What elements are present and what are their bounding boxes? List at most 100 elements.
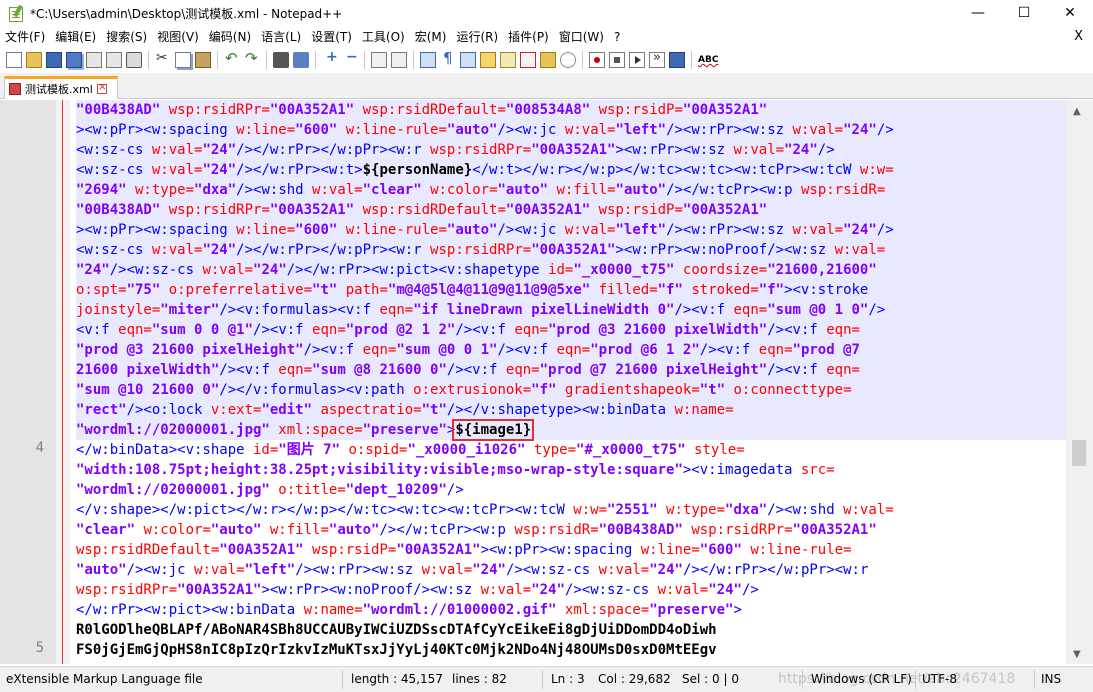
menu-run[interactable]: 运行(R): [451, 27, 503, 47]
copy-icon[interactable]: [175, 52, 191, 68]
code-line: "00B438AD" wsp:rsidRPr="00A352A1" wsp:rs…: [76, 200, 1066, 220]
code-line: "width:108.75pt;height:38.25pt;visibilit…: [76, 462, 835, 478]
code-line: "auto"/><w:jc w:val="left"/><w:rPr><w:sz…: [76, 562, 869, 578]
scrollbar-thumb[interactable]: [1072, 440, 1086, 466]
code-line: </v:shape></w:pict></w:r></w:p></w:tc><w…: [76, 502, 894, 518]
status-divider: [802, 670, 803, 689]
menu-encoding[interactable]: 编码(N): [204, 27, 256, 47]
status-bar: eXtensible Markup Language file length :…: [0, 666, 1093, 692]
spell-check-icon[interactable]: ABC: [698, 52, 718, 68]
user-defined-language-icon[interactable]: [480, 52, 496, 68]
menu-file[interactable]: 文件(F): [0, 27, 50, 47]
code-line: ><w:pPr><w:spacing w:line="600" w:line-r…: [76, 220, 1066, 240]
status-lines: lines : 82: [452, 672, 507, 686]
toolbar-divider: [315, 51, 316, 69]
image-placeholder-highlight: ${image1}: [452, 419, 535, 441]
menu-help[interactable]: ?: [609, 27, 625, 47]
tab-test-template[interactable]: 测试模板.xml: [4, 76, 118, 99]
line-number: 5: [35, 640, 44, 656]
menu-macro[interactable]: 宏(M): [410, 27, 452, 47]
code-line: "clear" w:color="auto" w:fill="auto"/></…: [76, 522, 877, 538]
code-line: "24"/><w:sz-cs w:val="24"/></w:rPr><w:pi…: [76, 260, 1066, 280]
code-line: "wordml://02000001.jpg" xml:space="prese…: [76, 419, 1066, 441]
scroll-up-arrow-icon[interactable]: ▲: [1073, 106, 1081, 117]
toolbar-divider: [148, 51, 149, 69]
status-divider: [342, 670, 343, 689]
toolbar: ABC: [0, 48, 1093, 72]
status-divider: [915, 670, 916, 689]
document-map-icon[interactable]: [500, 52, 516, 68]
save-icon[interactable]: [46, 52, 62, 68]
menu-settings[interactable]: 设置(T): [306, 27, 357, 47]
tab-close-icon[interactable]: [96, 80, 107, 94]
status-eol: Windows (CR LF): [811, 672, 912, 686]
find-icon[interactable]: [273, 52, 289, 68]
notepad-plus-plus-icon: [8, 4, 24, 22]
menu-edit[interactable]: 编辑(E): [50, 27, 101, 47]
code-line: "rect"/><o:lock v:ext="edit" aspectratio…: [76, 400, 1066, 420]
sync-horizontal-icon[interactable]: [391, 52, 407, 68]
code-line: <w:sz-cs w:val="24"/></w:rPr></w:pPr><w:…: [76, 240, 1066, 260]
menu-view[interactable]: 视图(V): [152, 27, 204, 47]
unsaved-file-icon: [9, 83, 21, 95]
window-title: *C:\Users\admin\Desktop\测试模板.xml - Notep…: [30, 6, 343, 21]
maximize-button[interactable]: ☐: [1001, 0, 1047, 26]
code-line: "prod @3 21600 pixelHeight"/><v:f eqn="s…: [76, 340, 1066, 360]
cut-icon[interactable]: [155, 50, 171, 68]
function-list-icon[interactable]: [520, 52, 536, 68]
toolbar-divider: [217, 51, 218, 69]
toolbar-divider: [691, 51, 692, 69]
open-file-icon[interactable]: [26, 52, 42, 68]
status-language: eXtensible Markup Language file: [6, 672, 203, 686]
zoom-in-icon[interactable]: [322, 49, 338, 68]
word-wrap-icon[interactable]: [420, 52, 436, 68]
replace-icon[interactable]: [293, 52, 309, 68]
status-ln: Ln : 3: [551, 672, 585, 686]
code-line: o:spt="75" o:preferrelative="t" path="m@…: [76, 280, 1066, 300]
close-document-button[interactable]: X: [1074, 27, 1083, 47]
menu-tools[interactable]: 工具(O): [357, 27, 410, 47]
vertical-scrollbar[interactable]: ▲ ▼: [1066, 100, 1093, 664]
zoom-out-icon[interactable]: [342, 49, 358, 68]
code-line: wsp:rsidRPr="00A352A1"><w:rPr><w:noProof…: [76, 582, 759, 598]
undo-icon[interactable]: [224, 49, 240, 68]
indent-guide-icon[interactable]: [460, 52, 476, 68]
fold-indicator-line: [62, 100, 63, 664]
sync-vertical-icon[interactable]: [371, 52, 387, 68]
close-all-icon[interactable]: [106, 52, 122, 68]
save-macro-icon[interactable]: [669, 52, 685, 68]
close-window-button[interactable]: ✕: [1047, 0, 1093, 26]
paste-icon[interactable]: [195, 52, 211, 68]
close-file-icon[interactable]: [86, 52, 102, 68]
code-area[interactable]: "00B438AD" wsp:rsidRPr="00A352A1" wsp:rs…: [76, 100, 1066, 664]
editor[interactable]: 4 5 "00B438AD" wsp:rsidRPr="00A352A1" ws…: [0, 100, 1093, 664]
menu-language[interactable]: 语言(L): [256, 27, 306, 47]
code-line: </w:rPr><w:pict><w:binData w:name="wordm…: [76, 602, 742, 618]
fold-margin[interactable]: [56, 100, 70, 664]
stop-recording-icon[interactable]: [609, 52, 625, 68]
menu-search[interactable]: 搜索(S): [101, 27, 152, 47]
code-line: "sum @10 21600 0"/></v:formulas><v:path …: [76, 380, 1066, 400]
code-line: <v:f eqn="sum 0 0 @1"/><v:f eqn="prod @2…: [76, 320, 1066, 340]
record-macro-icon[interactable]: [589, 52, 605, 68]
minimize-button[interactable]: —: [955, 0, 1001, 26]
print-icon[interactable]: [126, 52, 142, 68]
code-line: <w:sz-cs w:val="24"/></w:rPr><w:t>${pers…: [76, 160, 1066, 180]
menu-plugins[interactable]: 插件(P): [503, 27, 554, 47]
redo-icon[interactable]: [244, 49, 260, 68]
menu-window[interactable]: 窗口(W): [554, 27, 609, 47]
status-encoding: UTF-8: [922, 672, 957, 686]
status-col: Col : 29,682: [598, 672, 671, 686]
scroll-down-arrow-icon[interactable]: ▼: [1073, 649, 1081, 660]
code-line: ><w:pPr><w:spacing w:line="600" w:line-r…: [76, 120, 1066, 140]
code-line: FS0jGjEmGjQpHS8nIC8pIzQrIzkvIzMuKTsxJjYy…: [76, 642, 717, 658]
run-macro-multiple-icon[interactable]: [649, 50, 665, 68]
toolbar-divider: [413, 51, 414, 69]
save-all-icon[interactable]: [66, 52, 82, 68]
playback-macro-icon[interactable]: [629, 52, 645, 68]
folder-as-workspace-icon[interactable]: [540, 52, 556, 68]
show-all-characters-icon[interactable]: [440, 49, 456, 68]
code-line: "wordml://02000001.jpg" o:title="dept_10…: [76, 482, 464, 498]
new-file-icon[interactable]: [6, 52, 22, 68]
monitoring-icon[interactable]: [560, 52, 576, 68]
